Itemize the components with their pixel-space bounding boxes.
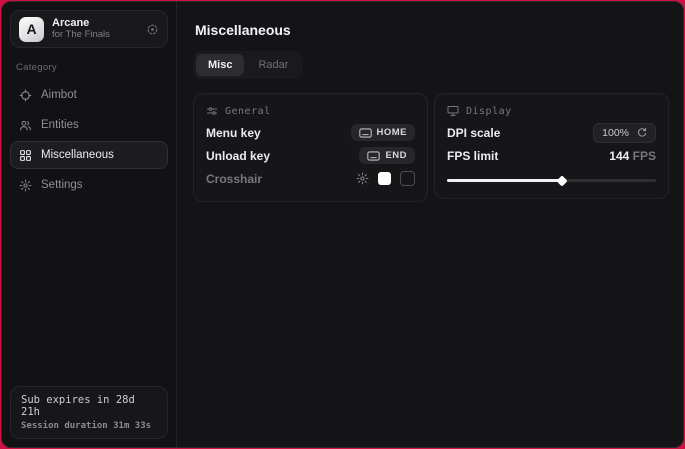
display-card-title: Display — [466, 106, 512, 117]
main-panel: Miscellaneous Misc Radar General — [177, 2, 683, 447]
menu-key-value: HOME — [377, 127, 408, 138]
brand-logo: A — [19, 17, 44, 42]
crosshair-label: Crosshair — [206, 172, 262, 186]
unload-key-value: END — [385, 150, 407, 161]
fps-limit-row: FPS limit 144 FPS — [447, 144, 656, 167]
unload-key-bind-button[interactable]: END — [359, 147, 415, 164]
menu-key-bind-button[interactable]: HOME — [351, 124, 416, 141]
dpi-scale-value: 100% — [602, 127, 629, 139]
sidebar-item-entities[interactable]: Entities — [10, 111, 168, 139]
brand-subtitle: for The Finals — [52, 30, 138, 41]
sidebar-item-aimbot[interactable]: Aimbot — [10, 81, 168, 109]
tab-misc[interactable]: Misc — [196, 54, 244, 76]
sidebar-item-label: Entities — [41, 119, 79, 131]
crosshair-color-swatch[interactable] — [378, 172, 391, 185]
crosshair-enable-checkbox[interactable] — [400, 171, 415, 186]
category-label: Category — [16, 62, 164, 73]
menu-key-row: Menu key HOME — [206, 121, 415, 144]
slider-fill — [447, 179, 562, 182]
general-card-title: General — [225, 106, 271, 117]
general-card: General Menu key HOME — [193, 93, 428, 202]
fps-limit-label: FPS limit — [447, 149, 498, 163]
fps-limit-slider[interactable] — [447, 173, 656, 187]
sidebar-item-label: Aimbot — [41, 89, 77, 101]
sidebar-item-settings[interactable]: Settings — [10, 171, 168, 199]
page-title: Miscellaneous — [195, 22, 669, 38]
brand-text: Arcane for The Finals — [52, 17, 138, 41]
tab-radar[interactable]: Radar — [246, 54, 300, 76]
crosshair-icon — [19, 89, 32, 102]
keyboard-icon — [367, 151, 380, 161]
sync-icon[interactable] — [146, 23, 159, 36]
crosshair-row: Crosshair — [206, 167, 415, 190]
tab-group: Misc Radar — [193, 51, 303, 79]
display-card: Display DPI scale 100% — [434, 93, 669, 199]
session-duration-text: Session duration 31m 33s — [21, 421, 157, 431]
sidebar-item-miscellaneous[interactable]: Miscellaneous — [10, 141, 168, 169]
crosshair-controls — [356, 171, 415, 186]
users-icon — [19, 119, 32, 132]
fps-unit: FPS — [633, 149, 656, 163]
monitor-icon — [447, 105, 459, 117]
dpi-scale-row: DPI scale 100% — [447, 121, 656, 144]
sidebar-item-label: Miscellaneous — [41, 149, 114, 161]
fps-limit-value: 144 FPS — [609, 149, 656, 163]
brand-card: A Arcane for The Finals — [10, 10, 168, 48]
general-card-header: General — [206, 105, 415, 117]
subscription-card: Sub expires in 28d 21h Session duration … — [10, 386, 168, 439]
sidebar-item-label: Settings — [41, 179, 83, 191]
unload-key-row: Unload key END — [206, 144, 415, 167]
app-window: A Arcane for The Finals Category — [1, 1, 684, 448]
grid-icon — [19, 149, 32, 162]
cards-row: General Menu key HOME — [193, 93, 669, 202]
menu-key-label: Menu key — [206, 126, 261, 140]
gear-icon — [19, 179, 32, 192]
fps-number: 144 — [609, 149, 629, 163]
dpi-scale-label: DPI scale — [447, 126, 500, 140]
app-backdrop: A Arcane for The Finals Category — [0, 0, 685, 449]
sidebar: A Arcane for The Finals Category — [2, 2, 177, 447]
keyboard-icon — [359, 128, 372, 138]
sub-expires-text: Sub expires in 28d 21h — [21, 394, 157, 418]
dpi-scale-select[interactable]: 100% — [593, 123, 656, 143]
crosshair-settings-gear-icon[interactable] — [356, 172, 369, 185]
cycle-icon — [636, 127, 647, 138]
unload-key-label: Unload key — [206, 149, 270, 163]
sliders-icon — [206, 105, 218, 117]
display-card-header: Display — [447, 105, 656, 117]
slider-thumb[interactable] — [556, 175, 567, 186]
brand-name: Arcane — [52, 17, 138, 30]
